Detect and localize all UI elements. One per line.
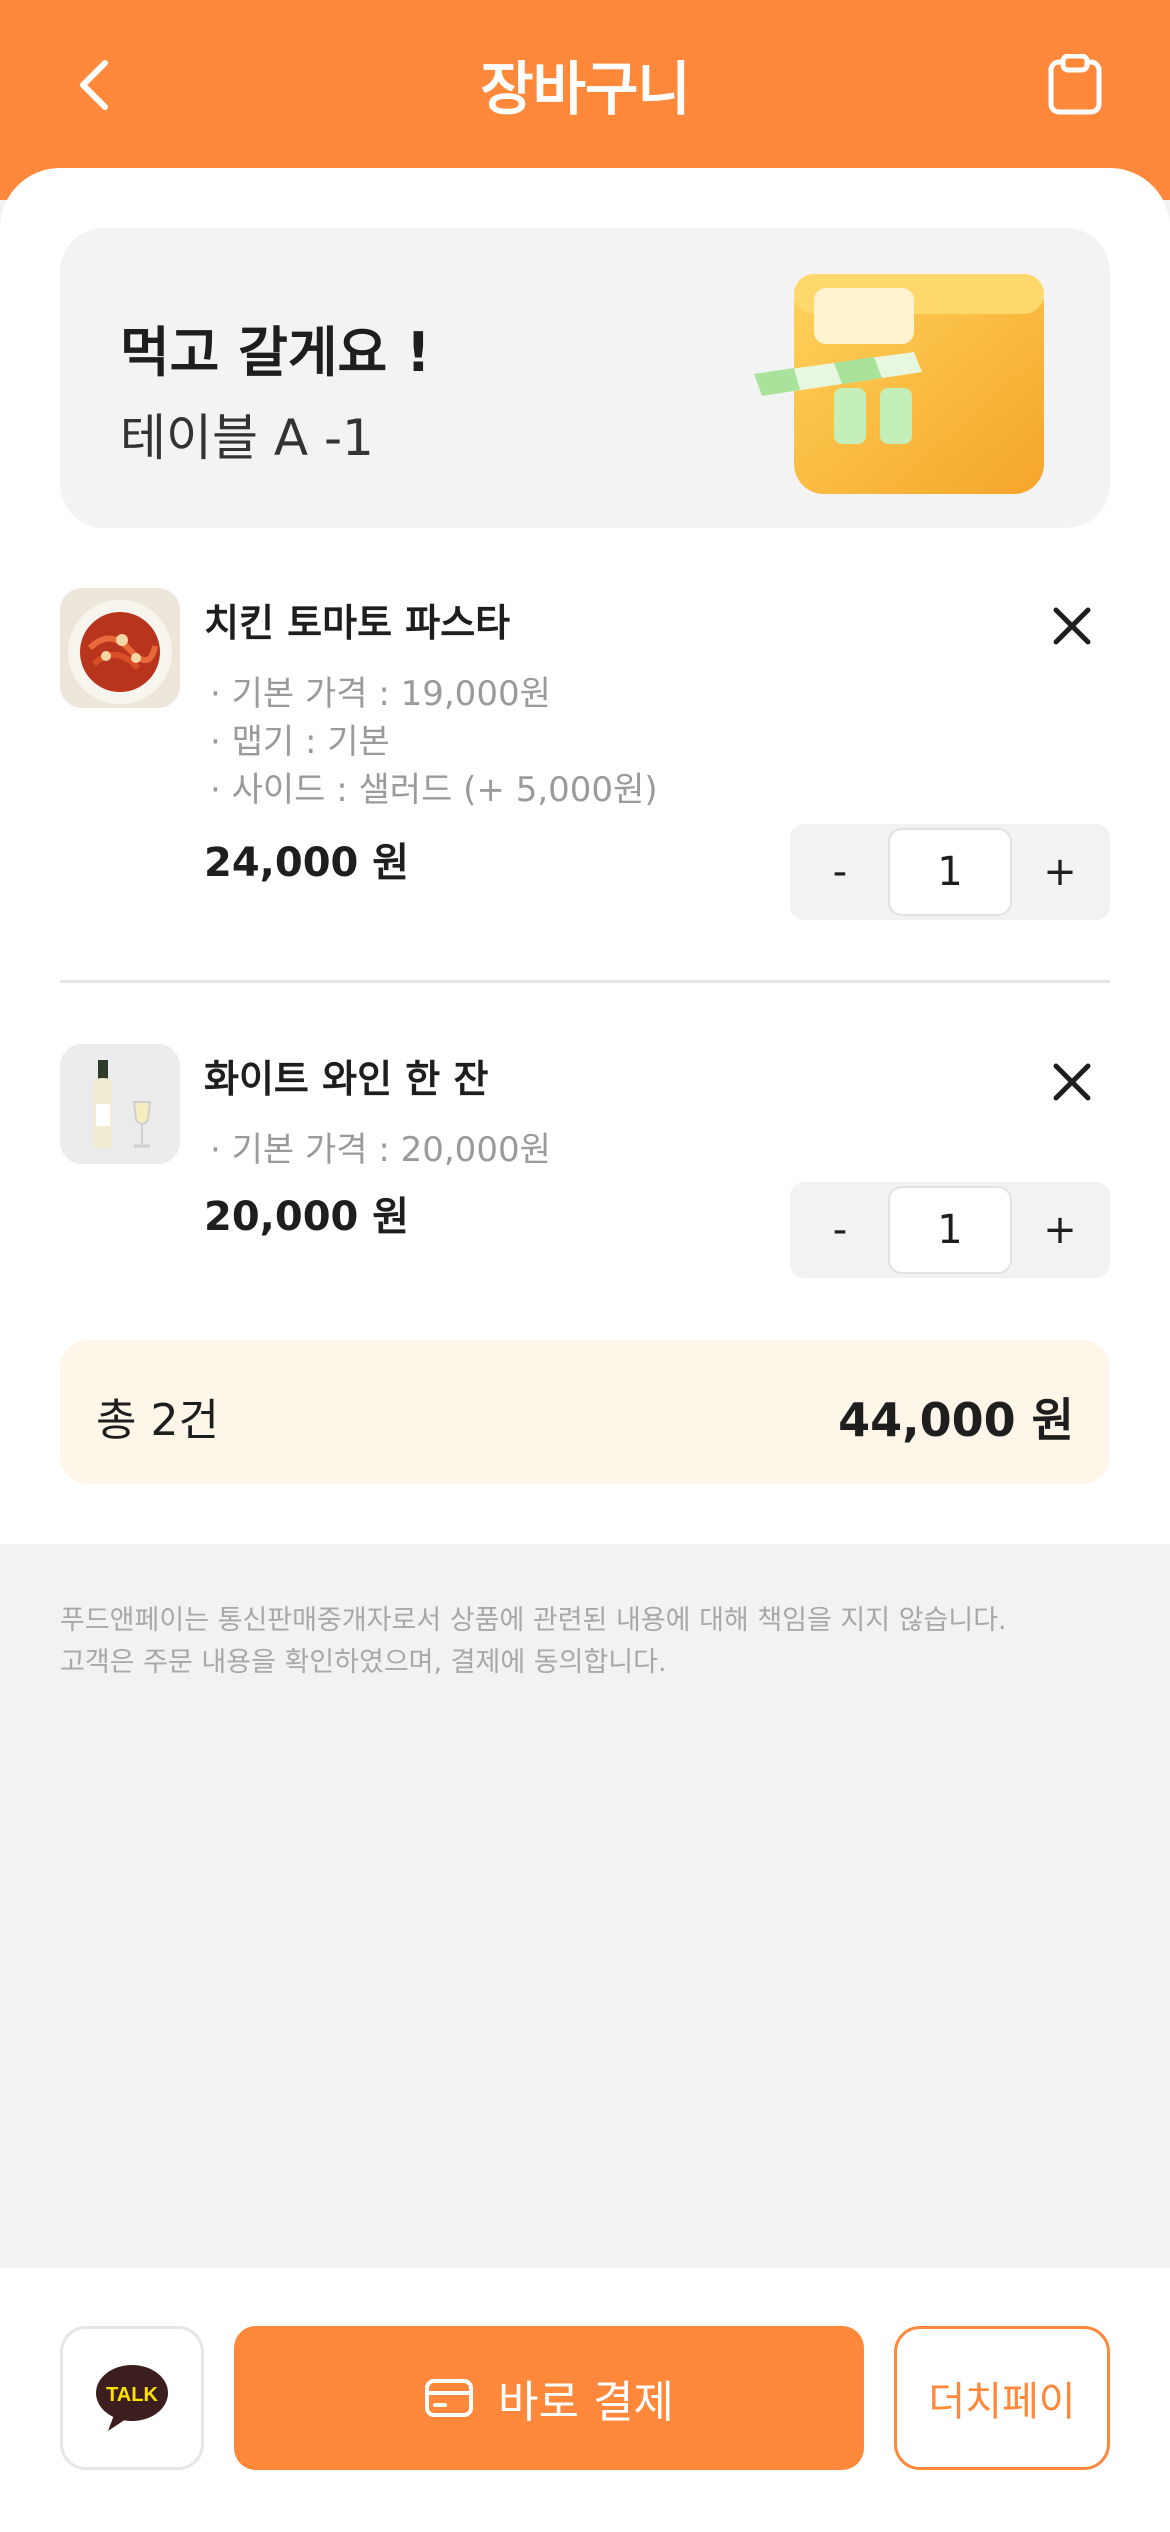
order-history-button[interactable] (1040, 50, 1110, 120)
kakao-talk-icon: TALK (96, 2365, 168, 2431)
legal-notice: 푸드앤페이는 통신판매중개자로서 상품에 관련된 내용에 대해 책임을 지지 않… (60, 1600, 1007, 1684)
item-name: 화이트 와인 한 잔 (204, 1057, 489, 1101)
cart-sheet: 먹고 갈게요 ! 테이블 A -1 치킨 토마토 파스타 · 기본 가격: 1… (0, 168, 1170, 1544)
notice-line: 푸드앤페이는 통신판매중개자로서 상품에 관련된 내용에 대해 책임을 지지 않… (60, 1605, 1007, 1636)
item-price: 20,000 원 (204, 1194, 410, 1240)
order-total: 총 2건 44,000 원 (60, 1340, 1110, 1484)
close-icon (1053, 607, 1091, 645)
clipboard-icon (1048, 54, 1102, 115)
quantity-value[interactable]: 1 (888, 828, 1012, 916)
notice-line: 고객은 주문 내용을 확인하였으며, 결제에 동의합니다. (60, 1647, 667, 1678)
storefront-icon (754, 274, 1044, 494)
quantity-stepper: - 1 + (790, 1182, 1110, 1278)
pay-now-button[interactable]: 바로 결제 (234, 2326, 864, 2470)
decrease-quantity-button[interactable]: - (790, 824, 890, 920)
quantity-value[interactable]: 1 (888, 1186, 1012, 1274)
item-price: 24,000 원 (204, 840, 410, 886)
item-name: 치킨 토마토 파스타 (204, 601, 511, 645)
item-option: · 사이드 : 샐러드 (+ 5,000원) (210, 770, 658, 810)
wine-thumbnail (60, 1044, 180, 1164)
kakao-talk-label: TALK (106, 2384, 158, 2406)
page-title: 장바구니 (480, 55, 690, 123)
cart-item: 치킨 토마토 파스타 · 기본 가격 : 19,000원 · 맵기 : 기본 ·… (60, 588, 1110, 948)
store-info-card: 먹고 갈게요 ! 테이블 A -1 (60, 228, 1110, 528)
dine-in-label: 먹고 갈게요 ! (120, 321, 431, 384)
bottom-action-bar: TALK 바로 결제 더치페이 (0, 2268, 1170, 2532)
credit-card-icon (425, 2379, 474, 2417)
cart-item: 화이트 와인 한 잔 · 기본 가격 : 20,000원 20,000 원 - … (60, 1044, 1110, 1304)
increase-quantity-button[interactable]: + (1010, 824, 1110, 920)
dutch-pay-button[interactable]: 더치페이 (894, 2326, 1110, 2470)
close-icon (1053, 1063, 1091, 1101)
remove-item-button[interactable] (1042, 1052, 1102, 1112)
remove-item-button[interactable] (1042, 596, 1102, 656)
decrease-quantity-button[interactable]: - (790, 1182, 890, 1278)
item-option: · 기본 가격 : 20,000원 (210, 1130, 551, 1170)
increase-quantity-button[interactable]: + (1010, 1182, 1110, 1278)
pay-now-label: 바로 결제 (498, 2377, 674, 2428)
table-number: 테이블 A -1 (120, 409, 374, 467)
pasta-thumbnail (60, 588, 180, 708)
item-divider (60, 980, 1110, 983)
item-option: · 맵기 : 기본 (210, 722, 390, 762)
total-amount: 44,000 원 (838, 1393, 1074, 1447)
item-option: · 기본 가격 : 19,000원 (210, 674, 551, 714)
total-count: 총 2건 (96, 1395, 219, 1446)
quantity-stepper: - 1 + (790, 824, 1110, 920)
kakao-talk-button[interactable]: TALK (60, 2326, 204, 2470)
